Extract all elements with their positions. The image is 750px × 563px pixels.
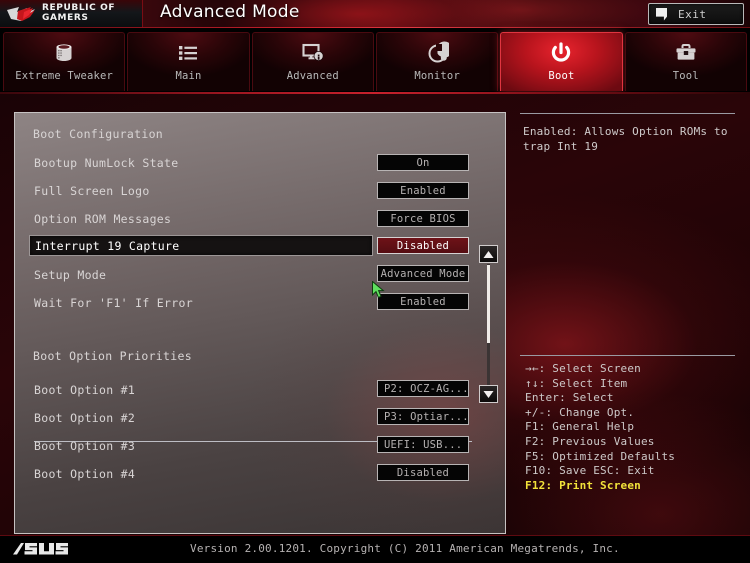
- triangle-down-icon: [483, 390, 494, 398]
- tab-boot[interactable]: Boot: [500, 32, 623, 91]
- row-label: Boot Option #1: [34, 382, 136, 397]
- legend-item-change-opt: +/-: Change Opt.: [525, 405, 635, 419]
- value-text: P2: OCZ-AG...: [384, 382, 469, 395]
- value-text: Disabled: [396, 239, 450, 252]
- value-bootup-numlock-state[interactable]: On: [377, 154, 469, 171]
- row-setup-mode[interactable]: Setup Mode: [29, 264, 373, 285]
- tab-label-advanced: Advanced: [286, 70, 339, 82]
- row-interrupt-19-capture[interactable]: Interrupt 19 Capture: [29, 235, 373, 256]
- legend-item-select-item: ↑↓: Select Item: [525, 376, 628, 390]
- row-option-rom-messages[interactable]: Option ROM Messages: [29, 208, 373, 229]
- tab-main[interactable]: Main: [127, 32, 250, 91]
- row-boot-option-2[interactable]: Boot Option #2: [29, 407, 373, 428]
- exit-door-icon: [656, 7, 667, 21]
- row-label: Wait For 'F1' If Error: [34, 295, 193, 310]
- rog-logo-text: REPUBLIC OF GAMERS: [42, 3, 115, 23]
- section-title-boot-configuration: Boot Configuration: [33, 127, 164, 141]
- tab-monitor[interactable]: Monitor: [375, 32, 499, 91]
- section-title-boot-option-priorities: Boot Option Priorities: [33, 349, 192, 363]
- legend-item-general-help: F1: General Help: [525, 420, 635, 434]
- value-text: On: [416, 156, 430, 169]
- triangle-up-icon: [483, 250, 494, 258]
- mouse-pointer-icon: [372, 281, 385, 299]
- tab-label-extreme-tweaker: Extreme Tweaker: [15, 70, 114, 82]
- row-label: Full Screen Logo: [34, 183, 150, 198]
- tab-label-boot: Boot: [548, 70, 575, 82]
- value-option-rom-messages[interactable]: Force BIOS: [377, 210, 469, 227]
- key-legend: →←: Select Screen ↑↓: Select Item Enter:…: [525, 362, 740, 493]
- legend-item-optimized-defaults: F5: Optimized Defaults: [525, 449, 676, 463]
- rog-eye-logo-icon: [7, 6, 35, 21]
- page-title: Advanced Mode: [160, 2, 300, 22]
- row-full-screen-logo[interactable]: Full Screen Logo: [29, 180, 373, 201]
- row-boot-option-3[interactable]: Boot Option #3: [29, 435, 373, 456]
- beaker-icon: [52, 41, 76, 65]
- tab-label-main: Main: [175, 70, 202, 82]
- value-setup-mode[interactable]: Advanced Mode: [377, 265, 469, 282]
- value-interrupt-19-capture[interactable]: Disabled: [377, 237, 469, 254]
- tab-label-tool: Tool: [672, 70, 699, 82]
- tab-extreme-tweaker[interactable]: Extreme Tweaker: [3, 32, 126, 91]
- value-boot-option-1[interactable]: P2: OCZ-AG...: [377, 380, 469, 397]
- row-label: Boot Option #2: [34, 410, 136, 425]
- value-text: Advanced Mode: [380, 267, 466, 280]
- exit-button-label: Exit: [678, 7, 707, 21]
- value-text: Disabled: [396, 466, 450, 479]
- tab-label-monitor: Monitor: [414, 70, 460, 82]
- tab-advanced[interactable]: Advanced: [251, 32, 374, 91]
- exit-button[interactable]: Exit: [648, 3, 744, 25]
- title-bar: REPUBLIC OF GAMERS Advanced Mode Exit: [0, 0, 750, 29]
- bios-version-text: Version 2.00.1201. Copyright (C) 2011 Am…: [190, 542, 620, 555]
- row-boot-option-4[interactable]: Boot Option #4: [29, 463, 373, 484]
- scrollbar-thumb[interactable]: [487, 265, 490, 343]
- rog-logo: REPUBLIC OF GAMERS: [0, 0, 143, 27]
- list-icon: [176, 41, 200, 65]
- help-description: Enabled: Allows Option ROMs to trap Int …: [523, 125, 728, 153]
- row-label: Bootup NumLock State: [34, 155, 179, 170]
- bios-screen: REPUBLIC OF GAMERS Advanced Mode Exit Ex…: [0, 0, 750, 563]
- row-label: Boot Option #3: [34, 438, 136, 453]
- value-boot-option-3[interactable]: UEFI: USB...: [377, 436, 469, 453]
- value-text: Force BIOS: [390, 212, 456, 225]
- row-label: Boot Option #4: [34, 466, 136, 481]
- settings-panel: Boot Configuration Bootup NumLock State …: [14, 112, 506, 534]
- row-bootup-numlock-state[interactable]: Bootup NumLock State: [29, 152, 373, 173]
- value-wait-for-f1-if-error[interactable]: Enabled: [377, 293, 469, 310]
- legend-item-enter-select: Enter: Select: [525, 391, 614, 405]
- footer-bar: Version 2.00.1201. Copyright (C) 2011 Am…: [0, 535, 750, 563]
- row-boot-option-1[interactable]: Boot Option #1: [29, 379, 373, 400]
- value-full-screen-logo[interactable]: Enabled: [377, 182, 469, 199]
- toolbox-icon: [674, 41, 698, 65]
- asus-logo: [13, 543, 68, 555]
- legend-item-save-exit: F10: Save ESC: Exit: [525, 464, 655, 478]
- rog-logo-line2: GAMERS: [42, 12, 89, 23]
- help-top-divider: [520, 113, 735, 114]
- value-text: UEFI: USB...: [384, 438, 463, 451]
- scroll-down-button[interactable]: [479, 385, 498, 403]
- value-text: Enabled: [400, 184, 446, 197]
- gauge-thermometer-icon: [425, 41, 450, 65]
- row-label: Setup Mode: [34, 267, 107, 282]
- power-icon: [549, 41, 573, 65]
- value-text: Enabled: [400, 295, 446, 308]
- legend-item-print-screen: F12: Print Screen: [525, 478, 641, 492]
- main-nav-tabs: Extreme Tweaker Main Advanced Monitor Bo…: [0, 28, 750, 94]
- legend-item-select-screen: →←: Select Screen: [525, 362, 641, 375]
- value-text: P3: Optiar...: [384, 410, 469, 423]
- tab-tool[interactable]: Tool: [624, 32, 747, 91]
- legend-item-previous-values: F2: Previous Values: [525, 434, 655, 448]
- row-wait-for-f1-if-error[interactable]: Wait For 'F1' If Error: [29, 292, 373, 313]
- row-label: Interrupt 19 Capture: [35, 238, 180, 253]
- value-boot-option-2[interactable]: P3: Optiar...: [377, 408, 469, 425]
- scroll-up-button[interactable]: [479, 245, 498, 263]
- help-panel: Enabled: Allows Option ROMs to trap Int …: [512, 112, 744, 534]
- value-boot-option-4[interactable]: Disabled: [377, 464, 469, 481]
- settings-scrollbar[interactable]: [479, 245, 498, 403]
- row-label: Option ROM Messages: [34, 211, 172, 226]
- legend-divider: [520, 355, 735, 356]
- monitor-info-icon: [301, 41, 325, 65]
